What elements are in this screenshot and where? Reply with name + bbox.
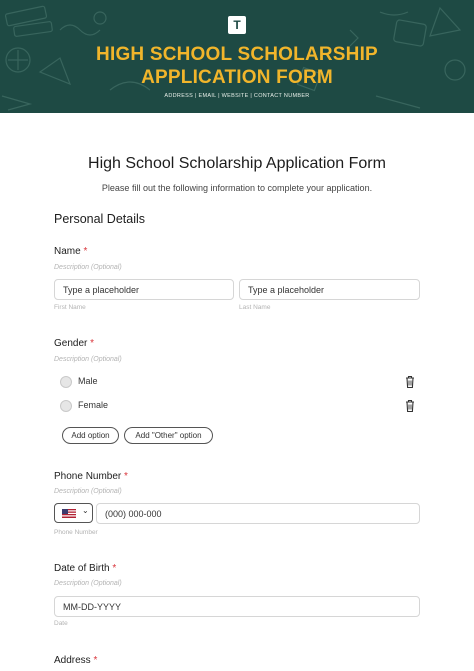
gender-option-male[interactable]: Male <box>60 375 420 391</box>
banner-title-line1: HIGH SCHOOL SCHOLARSHIP <box>96 44 378 65</box>
add-option-button[interactable]: Add option <box>62 427 119 444</box>
name-description[interactable]: Description (Optional) <box>54 264 122 271</box>
radio-label: Male <box>78 376 98 386</box>
us-flag-icon <box>62 509 76 518</box>
required-mark: * <box>90 338 95 349</box>
brand-logo: T <box>228 16 246 34</box>
last-name-placeholder: Type a placeholder <box>248 284 325 295</box>
address-label-text: Address <box>54 655 91 666</box>
form-title: High School Scholarship Application Form <box>88 155 386 172</box>
dob-label: Date of Birth * <box>54 563 116 574</box>
banner-contact-info: ADDRESS | EMAIL | WEBSITE | CONTACT NUMB… <box>164 93 310 99</box>
gender-option-female[interactable]: Female <box>60 399 420 415</box>
phone-description[interactable]: Description (Optional) <box>54 488 122 495</box>
date-of-birth-input[interactable]: MM-DD-YYYY <box>54 596 420 617</box>
required-mark: * <box>83 246 88 257</box>
required-mark: * <box>112 563 117 574</box>
phone-placeholder: (000) 000-000 <box>105 508 162 519</box>
phone-number-input[interactable]: (000) 000-000 <box>96 503 420 524</box>
radio-button[interactable] <box>60 376 72 388</box>
first-name-input[interactable]: Type a placeholder <box>54 279 234 300</box>
form-instructions: Please fill out the following informatio… <box>101 183 373 193</box>
gender-label-text: Gender <box>54 338 88 349</box>
required-mark: * <box>124 471 128 482</box>
first-name-placeholder: Type a placeholder <box>63 284 140 295</box>
radio-button[interactable] <box>60 400 72 412</box>
address-label: Address * <box>54 655 97 666</box>
last-name-input[interactable]: Type a placeholder <box>239 279 420 300</box>
phone-label: Phone Number * <box>54 471 128 482</box>
first-name-sublabel: First Name <box>54 304 86 311</box>
required-mark: * <box>93 655 98 666</box>
trash-icon[interactable] <box>404 375 416 389</box>
gender-description[interactable]: Description (Optional) <box>54 356 122 363</box>
add-other-option-button[interactable]: Add "Other" option <box>124 427 213 444</box>
name-label: Name * <box>54 246 87 257</box>
banner-title-line2: APPLICATION FORM <box>141 67 333 88</box>
country-code-selector[interactable]: ⌄ <box>54 503 93 523</box>
dob-label-text: Date of Birth <box>54 563 110 574</box>
phone-label-text: Phone Number <box>54 471 122 482</box>
chevron-down-icon: ⌄ <box>82 506 89 515</box>
trash-icon[interactable] <box>404 399 416 413</box>
header-banner: T HIGH SCHOOL SCHOLARSHIP APPLICATION FO… <box>0 0 474 113</box>
phone-sublabel: Phone Number <box>54 529 98 536</box>
dob-placeholder: MM-DD-YYYY <box>63 601 121 612</box>
section-title-personal-details: Personal Details <box>54 212 146 226</box>
dob-description[interactable]: Description (Optional) <box>54 580 122 587</box>
last-name-sublabel: Last Name <box>239 304 271 311</box>
banner-title: HIGH SCHOOL SCHOLARSHIP APPLICATION FORM <box>0 43 474 89</box>
radio-label: Female <box>78 400 109 410</box>
dob-sublabel: Date <box>54 620 68 627</box>
name-label-text: Name <box>54 246 81 257</box>
gender-label: Gender * <box>54 338 94 349</box>
